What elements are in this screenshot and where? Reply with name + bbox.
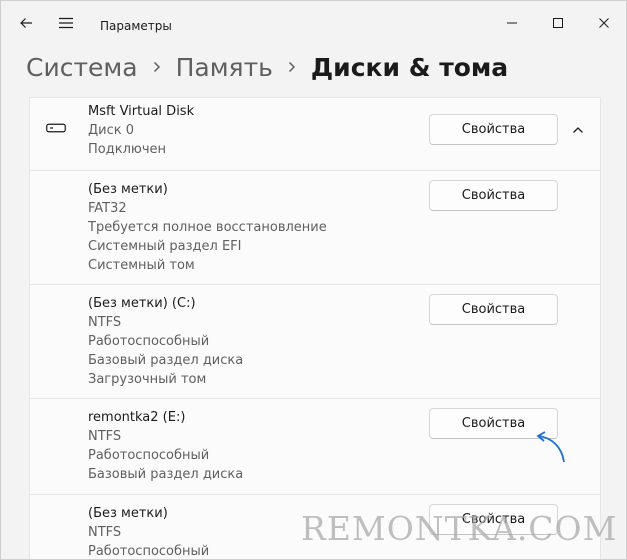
- breadcrumb-item-system[interactable]: Система: [26, 53, 138, 82]
- volume-filesystem: NTFS: [88, 429, 122, 444]
- title-bar: Параметры: [1, 1, 626, 43]
- back-arrow-icon: [20, 18, 32, 28]
- minimize-icon: [507, 22, 517, 24]
- volume-info: remontka2 (E:) NTFS Работоспособный Базо…: [88, 408, 243, 484]
- navigation-menu-button[interactable]: [52, 9, 80, 37]
- watermark-text: REMONTKA.COM: [301, 509, 618, 548]
- volume-health: Работоспособный: [88, 334, 210, 349]
- volume-info: (Без метки) NTFS Работоспособный: [88, 504, 210, 559]
- disk-properties-button[interactable]: Свойства: [429, 114, 558, 145]
- volume-item[interactable]: (Без метки) (C:) NTFS Работоспособный Ба…: [29, 285, 601, 399]
- volume-health: Работоспособный: [88, 544, 210, 559]
- settings-window: Параметры Система Память Диски & тома Ms…: [0, 0, 627, 560]
- disk-drive-icon: [46, 123, 66, 133]
- volume-properties-button[interactable]: Свойства: [429, 294, 558, 325]
- close-icon: [599, 18, 609, 28]
- volume-filesystem: FAT32: [88, 201, 127, 216]
- disks-list: Msft Virtual Disk Диск 0 Подключен Свойс…: [29, 97, 601, 559]
- hamburger-menu-icon: [59, 17, 73, 29]
- chevron-right-icon: [287, 60, 297, 74]
- breadcrumb-item-storage[interactable]: Память: [176, 53, 273, 82]
- disk-number: Диск 0: [88, 123, 135, 138]
- volume-health: Работоспособный: [88, 448, 210, 463]
- chevron-right-icon: [152, 60, 162, 74]
- minimize-button[interactable]: [498, 9, 526, 37]
- volume-filesystem: NTFS: [88, 315, 122, 330]
- volume-label: (Без метки): [88, 506, 168, 521]
- breadcrumb: Система Память Диски & тома: [26, 47, 508, 87]
- volume-label: (Без метки): [88, 182, 168, 197]
- disk-info: Msft Virtual Disk Диск 0 Подключен: [88, 102, 194, 159]
- volume-label: (Без метки) (C:): [88, 296, 196, 311]
- disk-card[interactable]: Msft Virtual Disk Диск 0 Подключен Свойс…: [29, 97, 601, 171]
- volume-info: (Без метки) (C:) NTFS Работоспособный Ба…: [88, 294, 243, 389]
- chevron-up-icon: [573, 127, 583, 133]
- collapse-button[interactable]: [568, 120, 588, 140]
- close-button[interactable]: [590, 9, 618, 37]
- volume-item[interactable]: (Без метки) FAT32 Требуется полное восст…: [29, 171, 601, 285]
- volume-partition-type: Базовый раздел диска: [88, 353, 244, 368]
- maximize-icon: [553, 18, 563, 28]
- page-title: Диски & тома: [310, 52, 509, 82]
- volume-partition-type: Базовый раздел диска: [88, 467, 244, 482]
- volume-role: Загрузочный том: [88, 372, 207, 387]
- volume-item[interactable]: remontka2 (E:) NTFS Работоспособный Базо…: [29, 399, 601, 495]
- back-button[interactable]: [12, 9, 40, 37]
- volume-health: Требуется полное восстановление: [88, 220, 327, 235]
- maximize-button[interactable]: [544, 9, 572, 37]
- disk-name: Msft Virtual Disk: [88, 104, 195, 119]
- volume-filesystem: NTFS: [88, 525, 122, 540]
- volume-partition-type: Системный раздел EFI: [88, 239, 242, 254]
- window-title: Параметры: [100, 19, 172, 33]
- volume-info: (Без метки) FAT32 Требуется полное восст…: [88, 180, 327, 275]
- volume-role: Системный том: [88, 258, 195, 273]
- volume-properties-button[interactable]: Свойства: [429, 180, 558, 211]
- disk-status: Подключен: [88, 142, 166, 157]
- volume-label: remontka2 (E:): [88, 410, 186, 425]
- annotation-arrow-icon: [536, 431, 565, 463]
